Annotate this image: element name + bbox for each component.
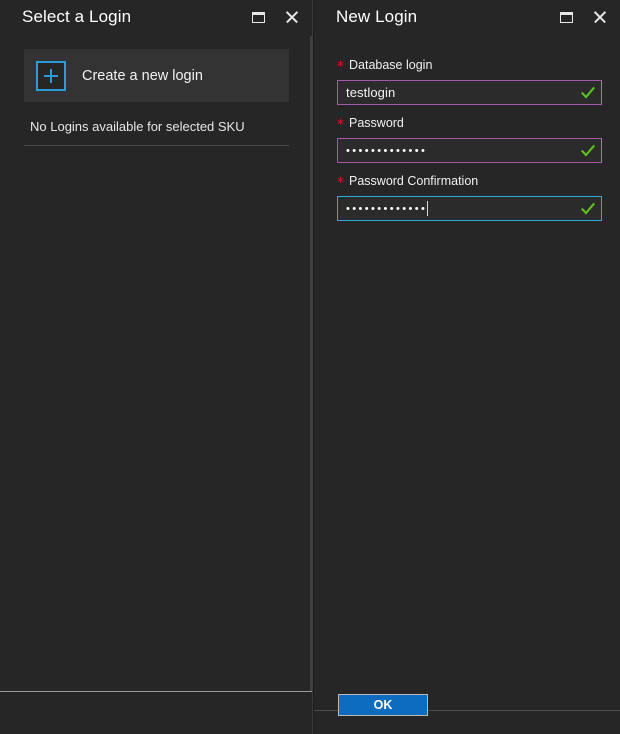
field-password-confirmation-label: Password Confirmation: [349, 174, 478, 188]
close-icon: [594, 11, 607, 24]
database-login-input[interactable]: testlogin: [337, 80, 602, 105]
text-cursor: [427, 201, 428, 216]
field-password: * Password •••••••••••••: [337, 116, 602, 163]
right-blade-titlebar: New Login: [314, 0, 620, 34]
left-blade-titlebar: Select a Login: [0, 0, 312, 34]
new-login-blade: New Login * Database login testlogin: [314, 0, 620, 734]
password-input[interactable]: •••••••••••••: [337, 138, 602, 163]
restore-icon: [560, 12, 573, 23]
field-database-login: * Database login testlogin: [337, 58, 602, 105]
field-database-login-label-row: * Database login: [337, 58, 602, 75]
check-icon: [581, 144, 595, 158]
required-asterisk-icon: *: [337, 176, 344, 190]
plus-icon: [36, 61, 66, 91]
field-password-confirmation: * Password Confirmation •••••••••••••: [337, 174, 602, 221]
password-confirmation-input[interactable]: •••••••••••••: [337, 196, 602, 221]
required-asterisk-icon: *: [337, 60, 344, 74]
left-blade-footer-divider: [0, 691, 312, 692]
restore-button[interactable]: [556, 7, 576, 27]
close-icon: [286, 11, 299, 24]
create-a-new-login-tile[interactable]: Create a new login: [24, 49, 289, 102]
required-asterisk-icon: *: [337, 118, 344, 132]
app-root: Select a Login Create a new login No Log…: [0, 0, 620, 734]
create-a-new-login-label: Create a new login: [82, 68, 203, 84]
check-icon: [581, 202, 595, 216]
restore-icon: [252, 12, 265, 23]
close-button[interactable]: [282, 7, 302, 27]
field-database-login-label: Database login: [349, 58, 432, 72]
field-password-label: Password: [349, 116, 404, 130]
left-blade-window-controls: [248, 0, 302, 34]
left-blade-divider: [24, 145, 289, 146]
database-login-input-value: testlogin: [338, 85, 395, 100]
left-blade-title: Select a Login: [22, 0, 131, 34]
right-blade-title: New Login: [336, 0, 417, 34]
check-icon: [581, 86, 595, 100]
right-blade-window-controls: [556, 0, 610, 34]
select-a-login-blade-body: Select a Login Create a new login No Log…: [0, 0, 313, 734]
field-password-label-row: * Password: [337, 116, 602, 133]
field-password-confirmation-label-row: * Password Confirmation: [337, 174, 602, 191]
password-confirmation-input-value: •••••••••••••: [338, 202, 427, 215]
select-a-login-blade: Select a Login Create a new login No Log…: [0, 0, 313, 734]
new-login-form: * Database login testlogin * Password: [314, 34, 620, 734]
restore-button[interactable]: [248, 7, 268, 27]
ok-button[interactable]: OK: [338, 694, 428, 716]
no-logins-message: No Logins available for selected SKU: [30, 119, 245, 134]
password-input-value: •••••••••••••: [338, 144, 427, 157]
close-button[interactable]: [590, 7, 610, 27]
